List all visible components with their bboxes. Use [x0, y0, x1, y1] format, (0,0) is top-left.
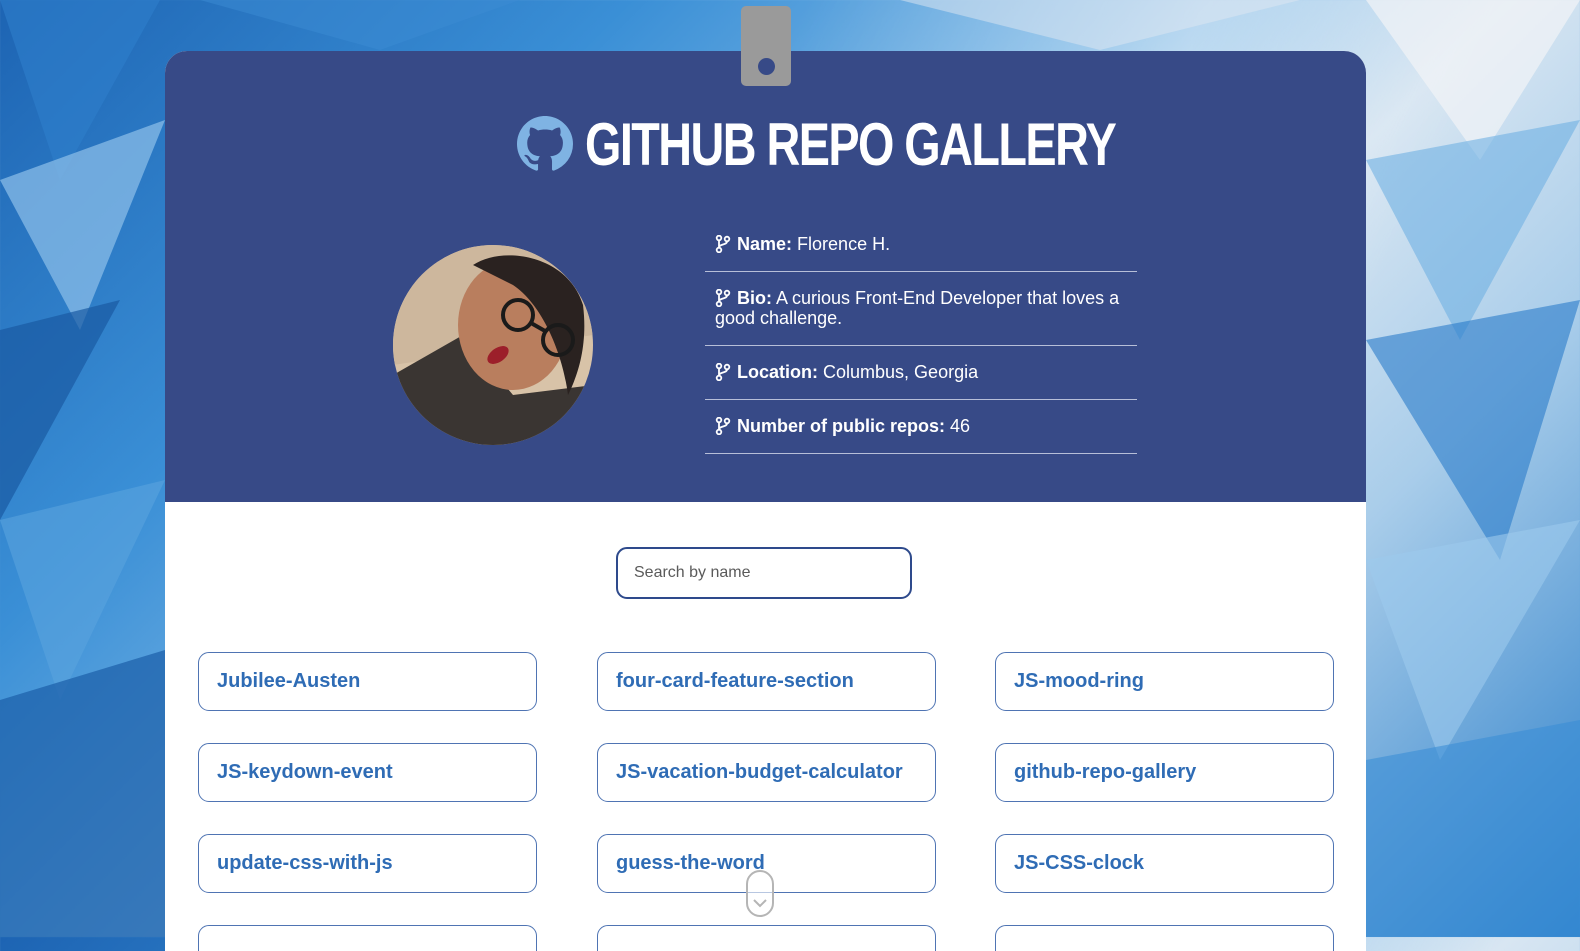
page-title: GITHUB REPO GALLERY [165, 109, 1366, 179]
info-value: 46 [950, 416, 971, 436]
info-value: Columbus, Georgia [823, 362, 979, 382]
repo-card[interactable]: update-css-with-js [198, 834, 537, 893]
branch-icon [715, 235, 731, 253]
repo-card[interactable] [597, 925, 936, 951]
branch-icon [715, 417, 731, 435]
info-label: Number of public repos: [737, 416, 946, 436]
profile-header: GITHUB REPO GALLERY Name: Florence H. Bi… [165, 51, 1366, 502]
info-label: Name: [737, 234, 793, 254]
repo-card[interactable]: JS-mood-ring [995, 652, 1334, 711]
branch-icon [715, 363, 731, 381]
repo-card[interactable]: JS-keydown-event [198, 743, 537, 802]
branch-icon [715, 289, 731, 307]
avatar [393, 245, 593, 445]
scroll-down-indicator[interactable] [746, 870, 774, 917]
gallery-card: GITHUB REPO GALLERY Name: Florence H. Bi… [165, 51, 1366, 951]
repo-card[interactable]: JS-vacation-budget-calculator [597, 743, 936, 802]
info-repo-count: Number of public repos: 46 [705, 400, 1137, 454]
search-input[interactable] [616, 547, 912, 599]
info-location: Location: Columbus, Georgia [705, 346, 1137, 400]
info-name: Name: Florence H. [705, 218, 1137, 272]
info-label: Location: [737, 362, 818, 382]
title-text: GITHUB REPO GALLERY [584, 110, 1117, 178]
repo-card[interactable] [995, 925, 1334, 951]
repo-card[interactable] [198, 925, 537, 951]
info-label: Bio: [737, 288, 772, 308]
clip-hole [758, 58, 775, 75]
repo-card[interactable]: JS-CSS-clock [995, 834, 1334, 893]
github-icon [516, 116, 573, 171]
info-value: A curious Front-End Developer that loves… [715, 288, 1120, 328]
repo-card[interactable]: Jubilee-Austen [198, 652, 537, 711]
info-value: Florence H. [797, 234, 891, 254]
repo-card[interactable]: four-card-feature-section [597, 652, 936, 711]
repo-card[interactable]: github-repo-gallery [995, 743, 1334, 802]
badge-clip [741, 6, 791, 86]
profile-info: Name: Florence H. Bio: A curious Front-E… [705, 218, 1137, 454]
chevron-down-icon [753, 899, 767, 908]
info-bio: Bio: A curious Front-End Developer that … [705, 272, 1137, 346]
